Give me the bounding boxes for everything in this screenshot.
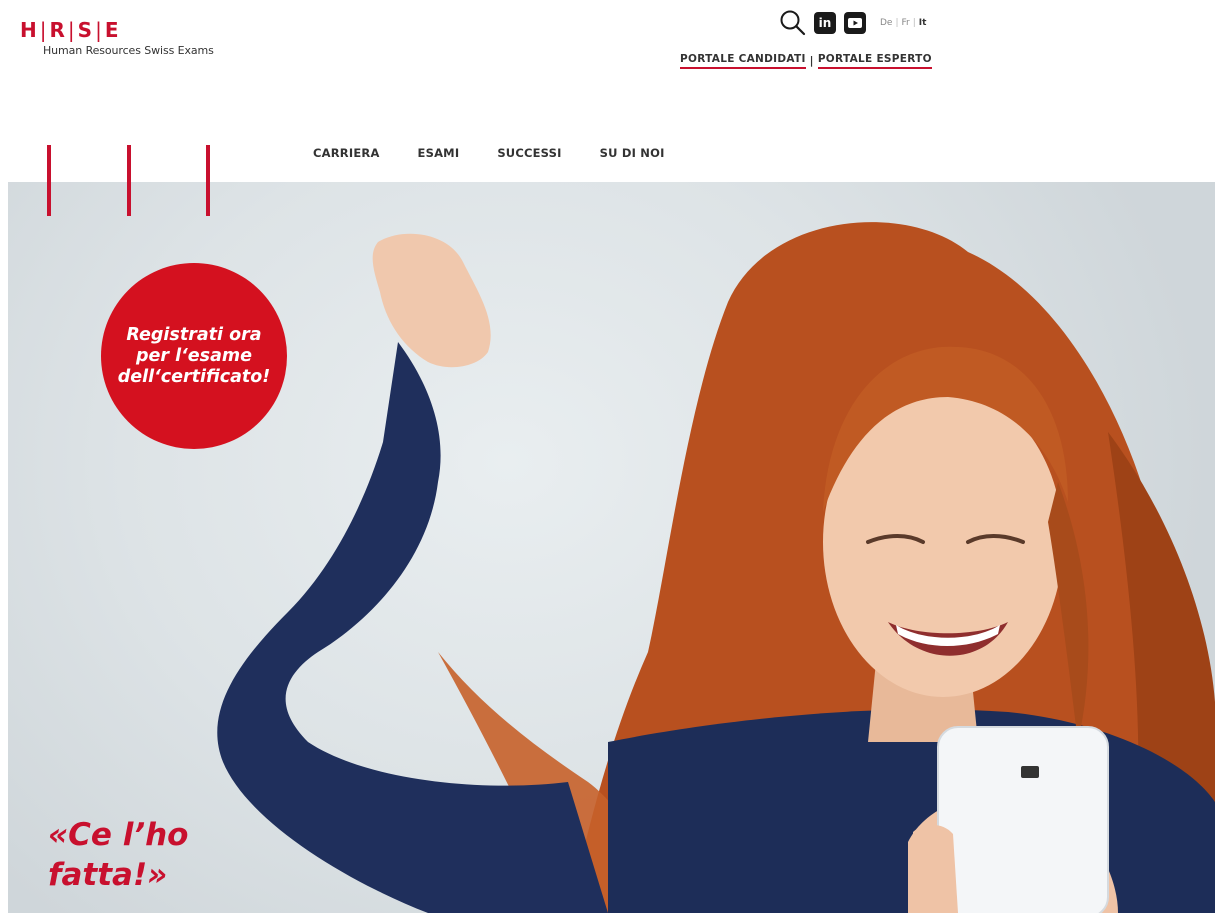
main-nav: CARRIERA ESAMI SUCCESSI SU DI NOI (313, 146, 703, 160)
hrse-logo[interactable]: H | R | S | E Human Resources Swiss Exam… (20, 19, 214, 57)
portal-esperto-link[interactable]: PORTALE ESPERTO (817, 53, 932, 69)
logo-letter-r: R (49, 18, 66, 42)
portal-separator: | (809, 55, 814, 67)
logo-letter-s: S (77, 18, 94, 42)
logo-separator: | (39, 18, 48, 42)
lang-fr[interactable]: Fr (902, 18, 910, 28)
portal-candidati-link[interactable]: PORTALE CANDIDATI (680, 53, 806, 69)
portal-links: PORTALE CANDIDATI | PORTALE ESPERTO (680, 53, 932, 69)
nav-item-carriera[interactable]: CARRIERA (313, 146, 380, 160)
logo-separator: | (95, 18, 103, 42)
lang-it[interactable]: It (919, 18, 927, 28)
search-icon[interactable] (778, 8, 808, 38)
lang-separator: | (895, 18, 899, 28)
cta-text: Registrati ora per l‘esame dell‘certific… (117, 324, 271, 387)
hero-quote: «Ce l’ho fatta!» (48, 817, 189, 893)
register-cta-button[interactable]: Registrati ora per l‘esame dell‘certific… (101, 263, 287, 449)
nav-item-esami[interactable]: ESAMI (418, 146, 460, 160)
logo-letter-e: E (104, 18, 120, 42)
nav-item-su-di-noi[interactable]: SU DI NOI (600, 146, 665, 160)
header-toolbar: in De | Fr | It (778, 8, 926, 38)
logo-letter-h: H (20, 18, 38, 42)
lang-separator: | (912, 18, 916, 28)
nav-item-successi[interactable]: SUCCESSI (497, 146, 561, 160)
youtube-icon[interactable] (844, 12, 866, 34)
logo-subtitle: Human Resources Swiss Exams (43, 44, 214, 57)
linkedin-icon[interactable]: in (814, 12, 836, 34)
language-switcher: De | Fr | It (880, 18, 926, 28)
lang-de[interactable]: De (880, 18, 892, 28)
logo-separator: | (67, 18, 76, 42)
logo-mark: H | R | S | E (20, 19, 214, 41)
